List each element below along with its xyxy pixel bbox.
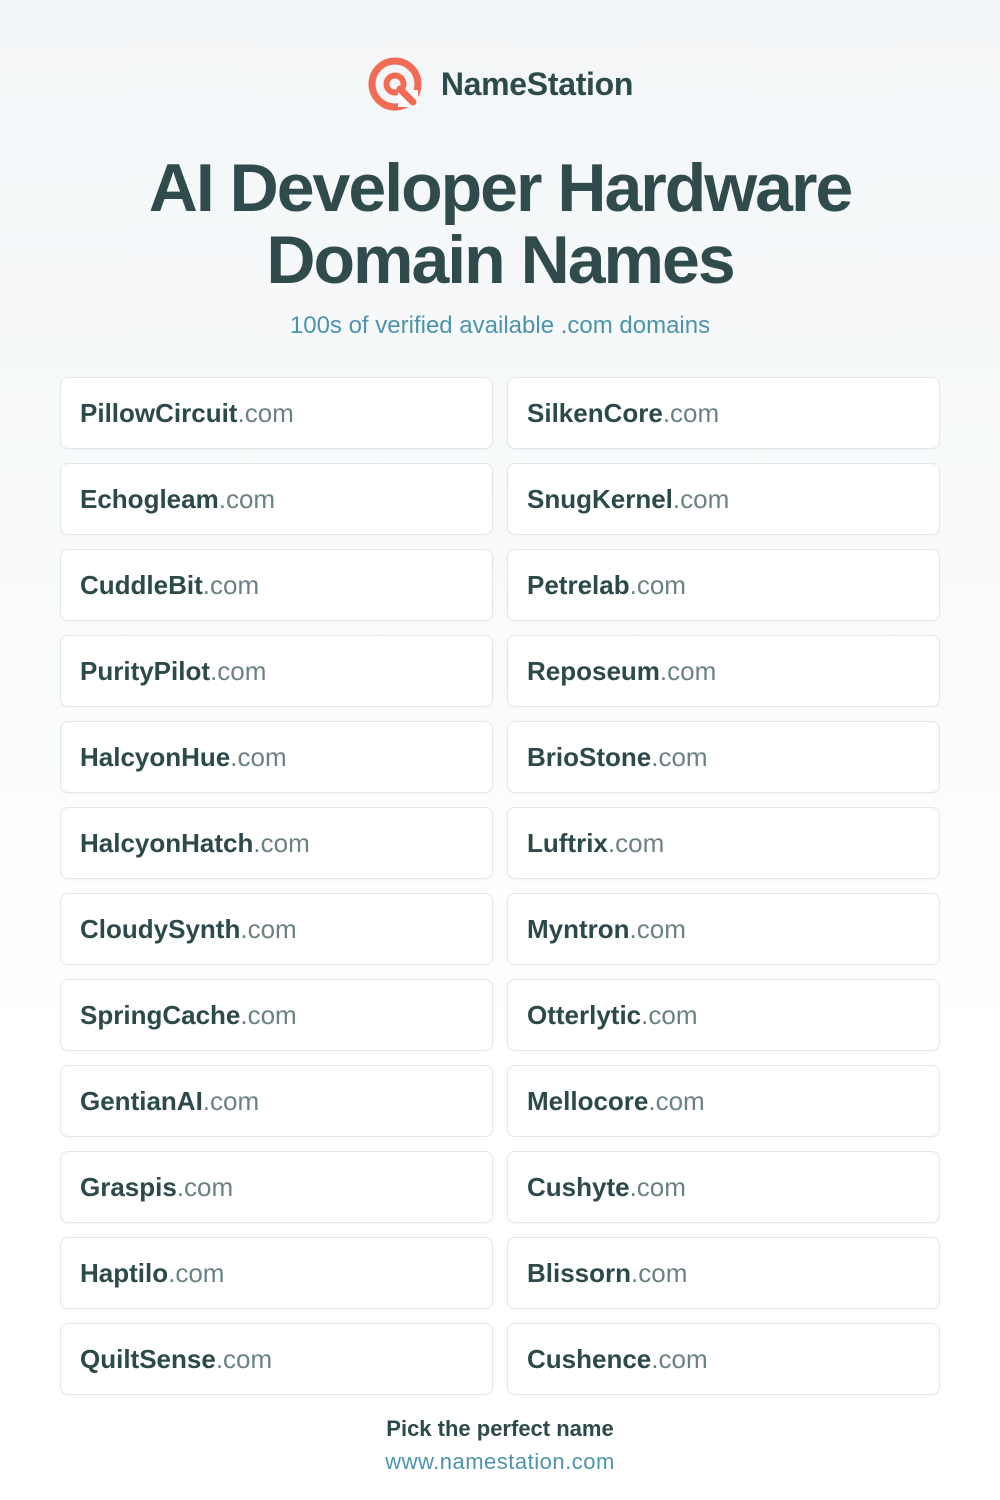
- page-subtitle: 100s of verified available .com domains: [289, 312, 711, 339]
- domain-name: Petrelab: [527, 569, 630, 600]
- domain-tld: .com: [253, 827, 310, 858]
- domain-name: Haptilo: [80, 1257, 169, 1288]
- namestation-logo-icon: [367, 56, 423, 112]
- domain-card[interactable]: Myntron .com: [507, 893, 940, 965]
- domain-name: CloudySynth: [80, 913, 241, 944]
- domain-tld: .com: [631, 1257, 688, 1288]
- domain-tld: .com: [210, 655, 267, 686]
- title-line-1: AI Developer Hardware: [148, 150, 854, 226]
- domain-card[interactable]: Haptilo .com: [60, 1237, 493, 1309]
- domain-card[interactable]: PurityPilot .com: [60, 635, 493, 707]
- domain-tld: .com: [168, 1257, 225, 1288]
- domain-card[interactable]: Luftrix .com: [507, 807, 940, 879]
- domain-name: Echogleam: [80, 483, 219, 514]
- domain-tld: .com: [648, 1085, 705, 1116]
- domain-card[interactable]: HalcyonHatch .com: [60, 807, 493, 879]
- domain-name: CuddleBit: [80, 569, 203, 600]
- domain-card[interactable]: Blissorn .com: [507, 1237, 940, 1309]
- domain-tld: .com: [641, 999, 698, 1030]
- domain-name: Cushence: [527, 1343, 652, 1374]
- title-line-2: Domain Names: [266, 222, 735, 298]
- page-title: AI Developer Hardware Domain Names: [0, 152, 1000, 296]
- domain-tld: .com: [672, 483, 730, 514]
- domain-name: PurityPilot: [80, 655, 211, 686]
- domain-name: SnugKernel: [527, 483, 673, 514]
- footer-url[interactable]: www.namestation.com: [0, 1449, 1000, 1475]
- domain-card[interactable]: SnugKernel .com: [507, 463, 940, 535]
- domain-name: Otterlytic: [527, 999, 642, 1030]
- domain-card[interactable]: Echogleam .com: [60, 463, 493, 535]
- domain-card[interactable]: CloudySynth .com: [60, 893, 493, 965]
- domain-name: Cushyte: [527, 1171, 630, 1202]
- domain-tld: .com: [176, 1171, 234, 1202]
- brand-name: NameStation: [440, 65, 634, 102]
- domain-tld: .com: [237, 397, 294, 428]
- domain-name: Myntron: [527, 913, 630, 944]
- domain-tld: .com: [218, 483, 276, 514]
- domain-tld: .com: [202, 569, 260, 600]
- domain-name: PillowCircuit: [80, 397, 238, 428]
- domain-card[interactable]: SilkenCore .com: [507, 377, 940, 449]
- domain-card[interactable]: BrioStone .com: [507, 721, 940, 793]
- brand-header: NameStation: [0, 54, 1000, 114]
- domain-card[interactable]: Mellocore .com: [507, 1065, 940, 1137]
- domain-card[interactable]: Reposeum .com: [507, 635, 940, 707]
- domain-name: Mellocore: [527, 1085, 649, 1116]
- footer-tagline: Pick the perfect name: [386, 1416, 614, 1441]
- domain-card[interactable]: SpringCache .com: [60, 979, 493, 1051]
- domain-name: HalcyonHatch: [80, 827, 254, 858]
- domain-card[interactable]: GentianAI .com: [60, 1065, 493, 1137]
- domain-card[interactable]: Cushyte .com: [507, 1151, 940, 1223]
- domain-name: HalcyonHue: [80, 741, 231, 772]
- domain-name: Blissorn: [527, 1257, 632, 1288]
- domain-tld: .com: [240, 999, 297, 1030]
- domain-tld: .com: [240, 913, 297, 944]
- domain-tld: .com: [629, 913, 686, 944]
- domain-name: Luftrix: [527, 827, 608, 858]
- domain-name: GentianAI: [80, 1085, 203, 1116]
- domain-name: QuiltSense: [80, 1343, 216, 1374]
- domain-tld: .com: [662, 397, 720, 428]
- domain-tld: .com: [607, 827, 665, 858]
- domain-card[interactable]: QuiltSense .com: [60, 1323, 493, 1395]
- domain-name: Reposeum: [527, 655, 660, 686]
- domain-tld: .com: [202, 1085, 260, 1116]
- domain-tld: .com: [659, 655, 717, 686]
- domain-tld: .com: [651, 741, 708, 772]
- domain-tld: .com: [651, 1343, 708, 1374]
- domain-tld: .com: [215, 1343, 273, 1374]
- domain-tld: .com: [629, 1171, 686, 1202]
- domain-name: SpringCache: [80, 999, 241, 1030]
- domain-card[interactable]: Petrelab .com: [507, 549, 940, 621]
- domain-card[interactable]: Graspis .com: [60, 1151, 493, 1223]
- domain-tld: .com: [230, 741, 287, 772]
- domain-card[interactable]: PillowCircuit .com: [60, 377, 493, 449]
- domain-tld: .com: [629, 569, 686, 600]
- domain-grid: PillowCircuit .com SilkenCore .com Echogleam…: [60, 377, 940, 1395]
- domain-name: Graspis: [80, 1171, 177, 1202]
- domain-card[interactable]: Cushence .com: [507, 1323, 940, 1395]
- domain-name: BrioStone: [527, 741, 652, 772]
- domain-card[interactable]: Otterlytic .com: [507, 979, 940, 1051]
- domain-card[interactable]: CuddleBit .com: [60, 549, 493, 621]
- domain-name: SilkenCore: [527, 397, 663, 428]
- domain-card[interactable]: HalcyonHue .com: [60, 721, 493, 793]
